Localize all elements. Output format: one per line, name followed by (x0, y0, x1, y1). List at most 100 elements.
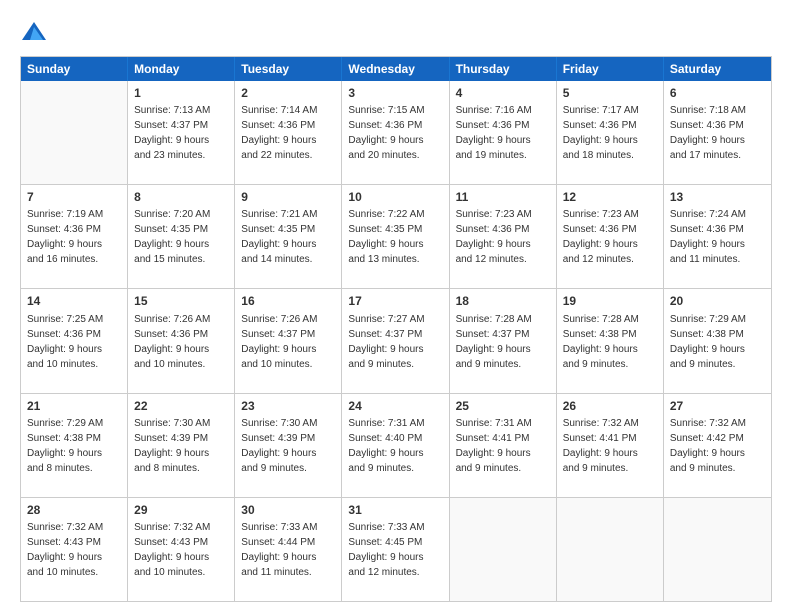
day-info: Sunrise: 7:25 AM Sunset: 4:36 PM Dayligh… (27, 314, 103, 370)
day-number: 17 (348, 293, 442, 309)
day-number: 22 (134, 398, 228, 414)
header-cell-wednesday: Wednesday (342, 57, 449, 81)
day-number: 29 (134, 502, 228, 518)
calendar-cell: 29 Sunrise: 7:32 AM Sunset: 4:43 PM Dayli… (128, 498, 235, 601)
day-info: Sunrise: 7:21 AM Sunset: 4:35 PM Dayligh… (241, 209, 317, 265)
calendar-cell: 5 Sunrise: 7:17 AM Sunset: 4:36 PM Daylig… (557, 81, 664, 184)
calendar: SundayMondayTuesdayWednesdayThursdayFrid… (20, 56, 772, 602)
calendar-row: 1 Sunrise: 7:13 AM Sunset: 4:37 PM Daylig… (21, 81, 771, 184)
day-info: Sunrise: 7:32 AM Sunset: 4:43 PM Dayligh… (27, 522, 103, 578)
day-info: Sunrise: 7:27 AM Sunset: 4:37 PM Dayligh… (348, 314, 424, 370)
day-info: Sunrise: 7:17 AM Sunset: 4:36 PM Dayligh… (563, 105, 639, 161)
calendar-cell: 2 Sunrise: 7:14 AM Sunset: 4:36 PM Daylig… (235, 81, 342, 184)
day-number: 21 (27, 398, 121, 414)
day-info: Sunrise: 7:13 AM Sunset: 4:37 PM Dayligh… (134, 105, 210, 161)
logo-icon (20, 18, 48, 46)
calendar-cell: 20 Sunrise: 7:29 AM Sunset: 4:38 PM Dayli… (664, 289, 771, 392)
day-info: Sunrise: 7:19 AM Sunset: 4:36 PM Dayligh… (27, 209, 103, 265)
calendar-cell: 26 Sunrise: 7:32 AM Sunset: 4:41 PM Dayli… (557, 394, 664, 497)
calendar-cell: 27Sunrise: 7:32 AM Sunset: 4:42 PM Dayli… (664, 394, 771, 497)
calendar-cell: 23Sunrise: 7:30 AM Sunset: 4:39 PM Dayli… (235, 394, 342, 497)
day-number: 6 (670, 85, 765, 101)
calendar-header: SundayMondayTuesdayWednesdayThursdayFrid… (21, 57, 771, 81)
day-info: Sunrise: 7:24 AM Sunset: 4:36 PM Dayligh… (670, 209, 746, 265)
calendar-cell: 9 Sunrise: 7:21 AM Sunset: 4:35 PM Daylig… (235, 185, 342, 288)
day-info: Sunrise: 7:33 AM Sunset: 4:44 PM Dayligh… (241, 522, 317, 578)
calendar-cell: 6 Sunrise: 7:18 AM Sunset: 4:36 PM Daylig… (664, 81, 771, 184)
day-number: 14 (27, 293, 121, 309)
header (20, 18, 772, 46)
calendar-cell: 30Sunrise: 7:33 AM Sunset: 4:44 PM Dayli… (235, 498, 342, 601)
header-cell-saturday: Saturday (664, 57, 771, 81)
day-number: 28 (27, 502, 121, 518)
calendar-cell: 25 Sunrise: 7:31 AM Sunset: 4:41 PM Dayli… (450, 394, 557, 497)
day-number: 13 (670, 189, 765, 205)
calendar-cell: 28 Sunrise: 7:32 AM Sunset: 4:43 PM Dayli… (21, 498, 128, 601)
header-cell-friday: Friday (557, 57, 664, 81)
day-info: Sunrise: 7:31 AM Sunset: 4:40 PM Dayligh… (348, 418, 424, 474)
day-number: 31 (348, 502, 442, 518)
calendar-cell: 15 Sunrise: 7:26 AM Sunset: 4:36 PM Dayli… (128, 289, 235, 392)
day-number: 20 (670, 293, 765, 309)
day-info: Sunrise: 7:28 AM Sunset: 4:38 PM Dayligh… (563, 314, 639, 370)
day-info: Sunrise: 7:31 AM Sunset: 4:41 PM Dayligh… (456, 418, 532, 474)
day-number: 2 (241, 85, 335, 101)
header-cell-thursday: Thursday (450, 57, 557, 81)
calendar-cell: 31Sunrise: 7:33 AM Sunset: 4:45 PM Dayli… (342, 498, 449, 601)
day-number: 16 (241, 293, 335, 309)
day-info: Sunrise: 7:26 AM Sunset: 4:36 PM Dayligh… (134, 314, 210, 370)
day-number: 25 (456, 398, 550, 414)
calendar-cell: 1 Sunrise: 7:13 AM Sunset: 4:37 PM Daylig… (128, 81, 235, 184)
calendar-row: 21 Sunrise: 7:29 AM Sunset: 4:38 PM Dayli… (21, 393, 771, 497)
day-info: Sunrise: 7:14 AM Sunset: 4:36 PM Dayligh… (241, 105, 317, 161)
day-number: 3 (348, 85, 442, 101)
day-number: 5 (563, 85, 657, 101)
header-cell-tuesday: Tuesday (235, 57, 342, 81)
calendar-cell: 13 Sunrise: 7:24 AM Sunset: 4:36 PM Dayli… (664, 185, 771, 288)
day-info: Sunrise: 7:28 AM Sunset: 4:37 PM Dayligh… (456, 314, 532, 370)
calendar-body: 1 Sunrise: 7:13 AM Sunset: 4:37 PM Daylig… (21, 81, 771, 601)
day-info: Sunrise: 7:18 AM Sunset: 4:36 PM Dayligh… (670, 105, 746, 161)
calendar-row: 7Sunrise: 7:19 AM Sunset: 4:36 PM Daylig… (21, 184, 771, 288)
day-info: Sunrise: 7:22 AM Sunset: 4:35 PM Dayligh… (348, 209, 424, 265)
day-number: 1 (134, 85, 228, 101)
calendar-cell: 14 Sunrise: 7:25 AM Sunset: 4:36 PM Dayli… (21, 289, 128, 392)
calendar-cell: 10 Sunrise: 7:22 AM Sunset: 4:35 PM Dayli… (342, 185, 449, 288)
day-info: Sunrise: 7:26 AM Sunset: 4:37 PM Dayligh… (241, 314, 317, 370)
day-info: Sunrise: 7:32 AM Sunset: 4:42 PM Dayligh… (670, 418, 746, 474)
day-number: 9 (241, 189, 335, 205)
day-info: Sunrise: 7:30 AM Sunset: 4:39 PM Dayligh… (134, 418, 210, 474)
day-info: Sunrise: 7:29 AM Sunset: 4:38 PM Dayligh… (27, 418, 103, 474)
day-info: Sunrise: 7:32 AM Sunset: 4:43 PM Dayligh… (134, 522, 210, 578)
day-number: 12 (563, 189, 657, 205)
calendar-cell (450, 498, 557, 601)
calendar-cell: 17 Sunrise: 7:27 AM Sunset: 4:37 PM Dayli… (342, 289, 449, 392)
day-info: Sunrise: 7:29 AM Sunset: 4:38 PM Dayligh… (670, 314, 746, 370)
day-info: Sunrise: 7:15 AM Sunset: 4:36 PM Dayligh… (348, 105, 424, 161)
header-cell-monday: Monday (128, 57, 235, 81)
day-info: Sunrise: 7:16 AM Sunset: 4:36 PM Dayligh… (456, 105, 532, 161)
day-number: 18 (456, 293, 550, 309)
calendar-cell (21, 81, 128, 184)
day-number: 11 (456, 189, 550, 205)
day-number: 23 (241, 398, 335, 414)
day-info: Sunrise: 7:23 AM Sunset: 4:36 PM Dayligh… (456, 209, 532, 265)
day-number: 19 (563, 293, 657, 309)
day-number: 10 (348, 189, 442, 205)
day-number: 15 (134, 293, 228, 309)
calendar-cell: 3 Sunrise: 7:15 AM Sunset: 4:36 PM Daylig… (342, 81, 449, 184)
header-cell-sunday: Sunday (21, 57, 128, 81)
calendar-cell: 4Sunrise: 7:16 AM Sunset: 4:36 PM Daylig… (450, 81, 557, 184)
calendar-cell: 16 Sunrise: 7:26 AM Sunset: 4:37 PM Dayli… (235, 289, 342, 392)
calendar-cell: 8Sunrise: 7:20 AM Sunset: 4:35 PM Daylig… (128, 185, 235, 288)
calendar-row: 28 Sunrise: 7:32 AM Sunset: 4:43 PM Dayli… (21, 497, 771, 601)
calendar-cell: 19 Sunrise: 7:28 AM Sunset: 4:38 PM Dayli… (557, 289, 664, 392)
calendar-cell: 21 Sunrise: 7:29 AM Sunset: 4:38 PM Dayli… (21, 394, 128, 497)
calendar-cell: 18 Sunrise: 7:28 AM Sunset: 4:37 PM Dayli… (450, 289, 557, 392)
page: SundayMondayTuesdayWednesdayThursdayFrid… (0, 0, 792, 612)
day-number: 24 (348, 398, 442, 414)
day-info: Sunrise: 7:32 AM Sunset: 4:41 PM Dayligh… (563, 418, 639, 474)
calendar-cell: 22 Sunrise: 7:30 AM Sunset: 4:39 PM Dayli… (128, 394, 235, 497)
day-number: 26 (563, 398, 657, 414)
calendar-cell (664, 498, 771, 601)
